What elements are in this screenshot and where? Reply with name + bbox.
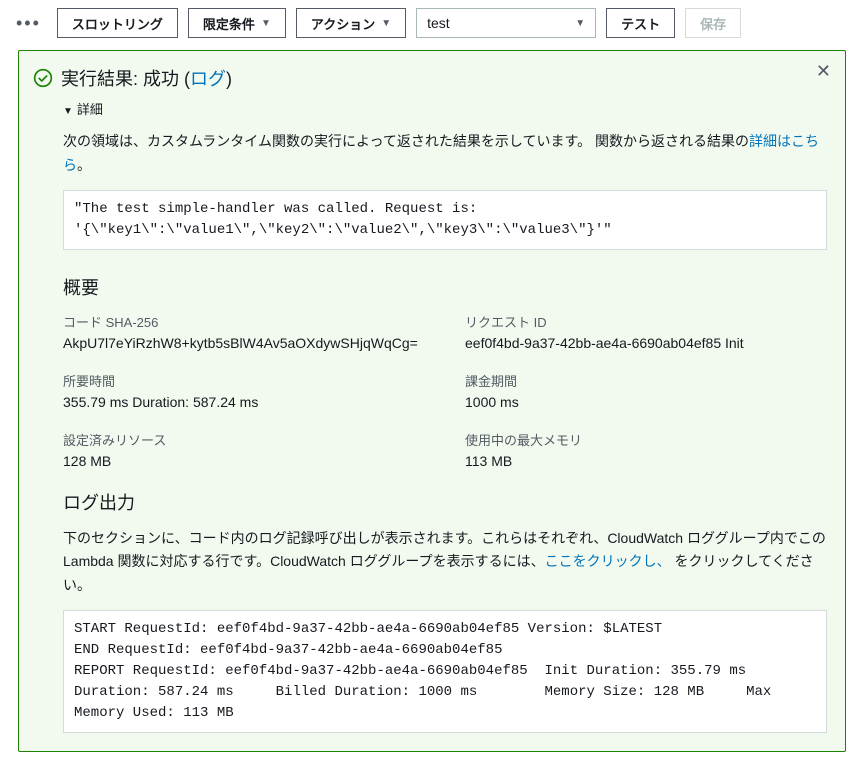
test-button-label: テスト (621, 14, 660, 33)
result-panel: ✕ 実行結果: 成功 (ログ) ▼ 詳細 次の領域は、カスタムランタイム関数の実行… (18, 50, 846, 752)
sha-value: AkpU7l7eYiRzhW8+kytb5sBlW4Av5aOXdywSHjqW… (63, 335, 425, 351)
max-mem-label: 使用中の最大メモリ (465, 430, 827, 449)
cloudwatch-link[interactable]: ここをクリックし、 (545, 553, 671, 569)
qualifiers-dropdown[interactable]: 限定条件 ▼ (188, 8, 286, 38)
actions-label: アクション (311, 14, 375, 33)
chevron-down-icon: ▼ (63, 106, 73, 117)
kv-duration: 所要時間 355.79 ms Duration: 587.24 ms (63, 371, 425, 410)
test-button[interactable]: テスト (606, 8, 675, 38)
log-link[interactable]: ログ (190, 69, 226, 89)
more-icon[interactable]: ••• (10, 13, 47, 34)
throttling-label: スロットリング (72, 14, 163, 33)
result-header: 実行結果: 成功 (ログ) (33, 65, 827, 91)
billed-label: 課金期間 (465, 371, 827, 390)
overview-heading: 概要 (63, 274, 827, 300)
test-event-selected: test (427, 15, 450, 31)
result-title-suffix: ) (226, 69, 232, 89)
kv-request-id: リクエスト ID eef0f4bd-9a37-42bb-ae4a-6690ab0… (465, 312, 827, 351)
request-id-label: リクエスト ID (465, 312, 827, 331)
chevron-down-icon: ▼ (261, 18, 271, 29)
result-title-prefix: 実行結果: 成功 ( (61, 69, 190, 89)
kv-sha: コード SHA-256 AkpU7l7eYiRzhW8+kytb5sBlW4Av… (63, 312, 425, 351)
request-id-value: eef0f4bd-9a37-42bb-ae4a-6690ab04ef85 Ini… (465, 335, 827, 351)
qualifiers-label: 限定条件 (203, 14, 255, 33)
save-button-label: 保存 (700, 14, 726, 33)
duration-label: 所要時間 (63, 371, 425, 390)
result-title: 実行結果: 成功 (ログ) (61, 65, 232, 91)
resources-value: 128 MB (63, 453, 425, 469)
sha-label: コード SHA-256 (63, 312, 425, 331)
result-summary-text: 次の領域は、カスタムランタイム関数の実行によって返された結果を示しています。 関… (63, 130, 827, 178)
function-output-box: "The test simple-handler was called. Req… (63, 190, 827, 250)
log-description: 下のセクションに、コード内のログ記録呼び出しが表示されます。これらはそれぞれ、C… (63, 527, 827, 598)
summary-suffix: 。 (77, 157, 91, 173)
log-heading: ログ出力 (63, 489, 827, 515)
max-mem-value: 113 MB (465, 453, 827, 469)
kv-billed: 課金期間 1000 ms (465, 371, 827, 410)
throttling-button[interactable]: スロットリング (57, 8, 178, 38)
kv-resources: 設定済みリソース 128 MB (63, 430, 425, 469)
details-toggle[interactable]: ▼ 詳細 (63, 99, 827, 118)
kv-max-mem: 使用中の最大メモリ 113 MB (465, 430, 827, 469)
overview-grid: コード SHA-256 AkpU7l7eYiRzhW8+kytb5sBlW4Av… (63, 312, 827, 469)
duration-value: 355.79 ms Duration: 587.24 ms (63, 394, 425, 410)
billed-value: 1000 ms (465, 394, 827, 410)
test-event-select[interactable]: test ▼ (416, 8, 596, 38)
details-label: 詳細 (77, 102, 103, 117)
success-check-icon (33, 68, 53, 88)
save-button: 保存 (685, 8, 741, 38)
log-output-box: START RequestId: eef0f4bd-9a37-42bb-ae4a… (63, 610, 827, 733)
actions-dropdown[interactable]: アクション ▼ (296, 8, 406, 38)
summary-prefix: 次の領域は、カスタムランタイム関数の実行によって返された結果を示しています。 関… (63, 133, 749, 149)
chevron-down-icon: ▼ (575, 18, 585, 29)
toolbar: ••• スロットリング 限定条件 ▼ アクション ▼ test ▼ テスト 保存 (0, 0, 864, 50)
close-icon[interactable]: ✕ (816, 61, 831, 82)
resources-label: 設定済みリソース (63, 430, 425, 449)
chevron-down-icon: ▼ (381, 18, 391, 29)
